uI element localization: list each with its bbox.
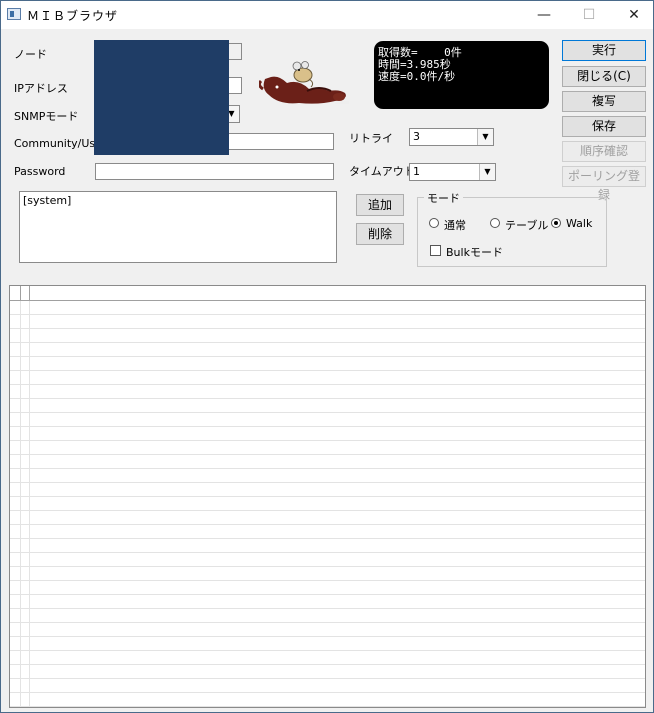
mib-list[interactable]: [system] — [19, 191, 337, 263]
mascot-image — [259, 61, 349, 104]
delete-button[interactable]: 削除 — [356, 223, 404, 245]
add-button[interactable]: 追加 — [356, 194, 404, 216]
minimize-button[interactable]: — — [521, 1, 567, 29]
grid-header-column[interactable] — [29, 286, 30, 300]
mib-browser-window: ＭＩＢブラウザ — ☐ ✕ ノード IPアドレス SNMPモード Communi… — [0, 0, 654, 713]
password-field[interactable] — [95, 163, 334, 180]
order-check-button[interactable]: 順序確認 — [562, 141, 646, 162]
mode-group-title: モード — [424, 190, 463, 206]
results-grid[interactable] — [9, 285, 646, 708]
grid-rows — [10, 301, 645, 707]
list-item[interactable]: [system] — [23, 194, 333, 207]
retry-select[interactable]: 3 ▼ — [409, 128, 494, 146]
timeout-value: 1 — [413, 165, 420, 178]
node-label: ノード — [14, 48, 47, 61]
chevron-down-icon: ▼ — [477, 129, 493, 145]
mode-normal-label: 通常 — [444, 219, 466, 232]
mode-walk-radio[interactable] — [551, 218, 561, 228]
grid-column-divider — [29, 301, 30, 707]
retry-label: リトライ — [349, 132, 393, 145]
mode-walk-label: Walk — [566, 217, 593, 230]
community-user-label: Community/User — [14, 137, 107, 150]
bulk-mode-checkbox[interactable] — [430, 245, 441, 256]
status-display: 取得数= 0件 時間=3.985秒 速度=0.0件/秒 — [374, 41, 549, 109]
mode-normal-radio[interactable] — [429, 218, 439, 228]
bulk-mode-label: Bulkモード — [446, 246, 503, 259]
title-bar: ＭＩＢブラウザ — ☐ ✕ — [1, 1, 653, 29]
retry-value: 3 — [413, 130, 420, 143]
close-button[interactable]: 閉じる(C) — [562, 66, 646, 87]
window-title: ＭＩＢブラウザ — [27, 9, 119, 23]
grid-column-divider — [20, 301, 21, 707]
redacted-area — [94, 40, 229, 155]
copy-button[interactable]: 複写 — [562, 91, 646, 112]
save-button[interactable]: 保存 — [562, 116, 646, 137]
timeout-select[interactable]: 1 ▼ — [409, 163, 496, 181]
snmp-mode-label: SNMPモード — [14, 110, 79, 123]
chevron-down-icon: ▼ — [479, 164, 495, 180]
grid-header-column[interactable] — [20, 286, 21, 300]
mode-table-label: テーブル — [505, 219, 549, 232]
ip-address-label: IPアドレス — [14, 82, 68, 95]
close-window-button[interactable]: ✕ — [611, 1, 654, 29]
status-speed: 速度=0.0件/秒 — [378, 70, 456, 83]
grid-header — [10, 286, 645, 301]
polling-register-button[interactable]: ポーリング登録 — [562, 166, 646, 202]
password-label: Password — [14, 165, 66, 178]
app-icon — [7, 8, 21, 20]
mode-table-radio[interactable] — [490, 218, 500, 228]
timeout-label: タイムアウト — [349, 165, 415, 178]
maximize-button[interactable]: ☐ — [566, 1, 612, 29]
run-button[interactable]: 実行 — [562, 40, 646, 61]
